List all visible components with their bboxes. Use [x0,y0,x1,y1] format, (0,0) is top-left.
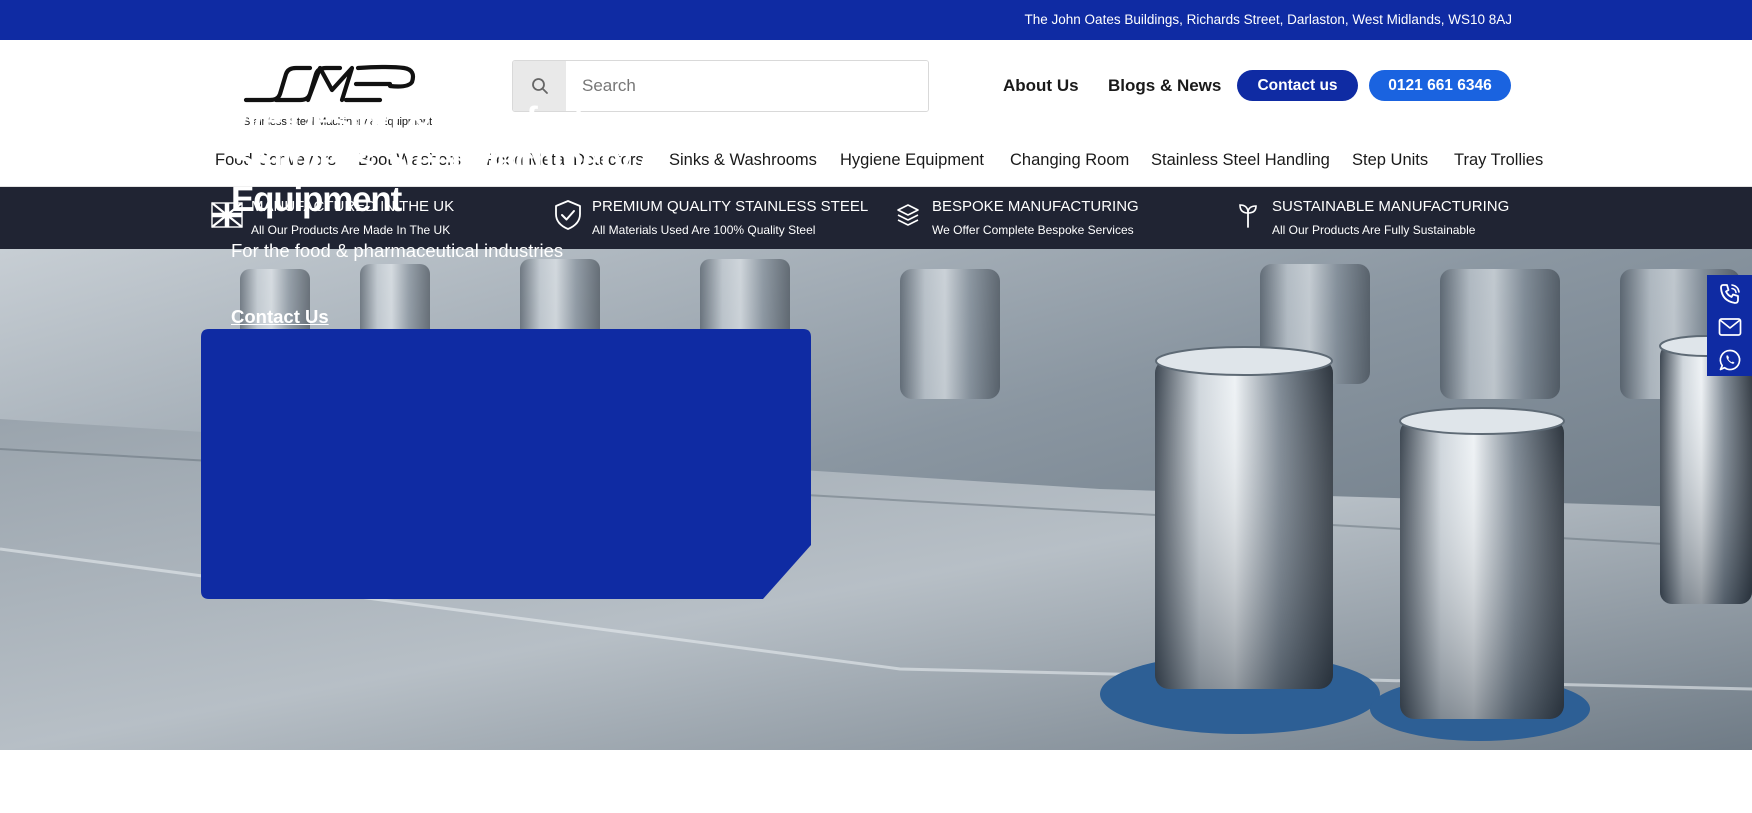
company-address: The John Oates Buildings, Richards Stree… [1024,12,1512,27]
phone-icon [1719,283,1740,304]
usp-title: BESPOKE MANUFACTURING [932,198,1139,215]
search-icon [531,78,548,94]
hero-subtitle: For the food & pharmaceutical industries [231,240,564,261]
hero-card [201,329,811,599]
usp-subtitle: All Our Products Are Fully Sustainable [1272,223,1476,237]
floating-contact-bar [1707,275,1752,376]
hero-title: We Design & Manufacture Stainless Steel … [231,100,665,219]
usp-subtitle: All Materials Used Are 100% Quality Stee… [592,223,816,237]
whatsapp-icon [1719,349,1740,370]
nav-item-step-units[interactable]: Step Units [1352,151,1428,170]
contact-us-button[interactable]: Contact us [1237,70,1358,101]
nav-item-tray-trollies[interactable]: Tray Trollies [1454,151,1543,170]
hero-contact-link[interactable]: Contact Us [231,306,329,328]
blogs-news-link[interactable]: Blogs & News [1108,76,1221,96]
phone-button[interactable]: 0121 661 6346 [1369,70,1511,101]
usp-title: SUSTAINABLE MANUFACTURING [1272,198,1510,215]
usp-subtitle: All Our Products Are Made In The UK [251,223,451,237]
side-whatsapp-button[interactable] [1707,343,1752,376]
layers-icon [897,204,919,226]
side-email-button[interactable] [1707,310,1752,343]
top-bar: The John Oates Buildings, Richards Stree… [0,0,1752,40]
usp-subtitle: We Offer Complete Bespoke Services [932,223,1134,237]
side-phone-button[interactable] [1707,277,1752,310]
sprout-icon [1239,204,1257,228]
nav-item-stainless-steel-handling[interactable]: Stainless Steel Handling [1151,151,1330,170]
email-icon [1718,317,1741,336]
about-us-link[interactable]: About Us [1003,76,1079,96]
nav-item-hygiene-equipment[interactable]: Hygiene Equipment [840,151,984,170]
nav-item-changing-room[interactable]: Changing Room [1010,151,1129,170]
